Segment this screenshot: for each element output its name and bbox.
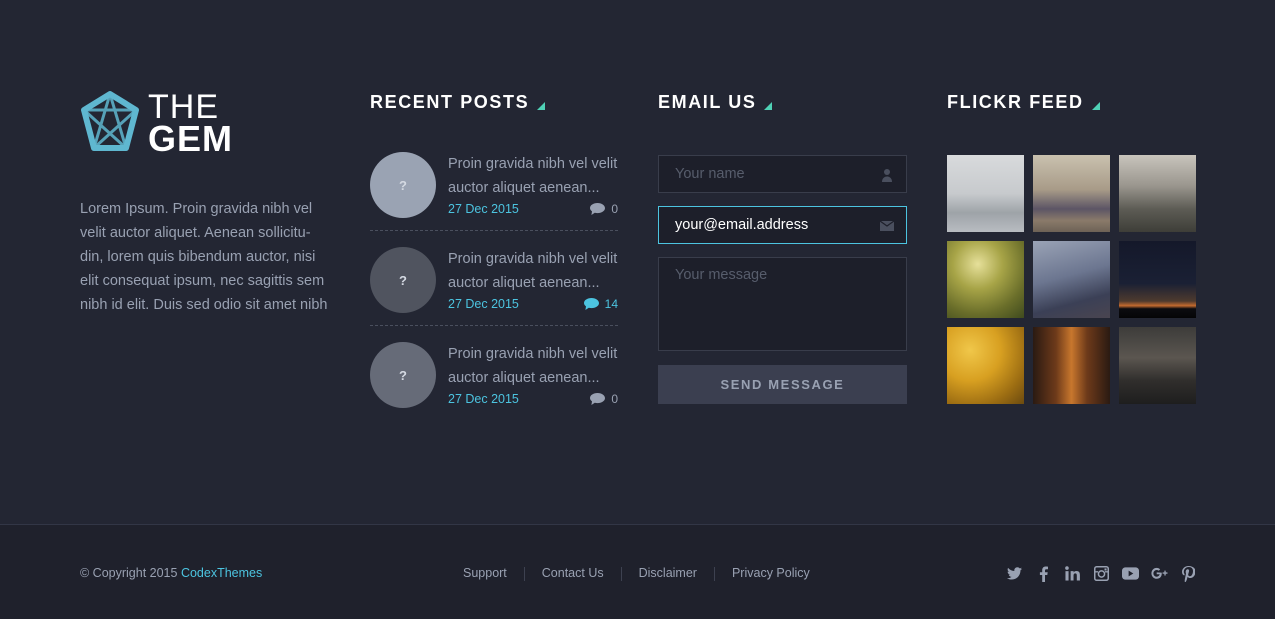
- recent-posts-column: RECENT POSTS ? Proin gravida nibh vel ve…: [370, 90, 620, 437]
- site-logo[interactable]: THE GEM: [80, 90, 335, 159]
- post-comments[interactable]: 14: [583, 297, 618, 311]
- comment-count: 0: [611, 392, 618, 406]
- flickr-feed-heading: FLICKR FEED: [947, 90, 1197, 114]
- post-divider: [370, 325, 618, 326]
- comment-count: 0: [611, 202, 618, 216]
- heading-marker-icon: [764, 102, 773, 110]
- footer-link-divider: [523, 567, 525, 581]
- post-comments[interactable]: 0: [590, 392, 618, 406]
- footer-link-privacy-policy[interactable]: Privacy Policy: [732, 566, 810, 581]
- googleplus-icon[interactable]: [1151, 565, 1168, 582]
- footer-widgets-area: THE GEM Lorem Ipsum. Proin gravida nibh …: [0, 0, 1275, 524]
- comment-bubble-icon: [590, 393, 606, 405]
- comment-bubble-icon: [583, 298, 599, 310]
- footer-link-support[interactable]: Support: [463, 566, 507, 581]
- flickr-photo-yellow-blossoms[interactable]: [947, 327, 1024, 404]
- post-thumbnail[interactable]: ?: [370, 152, 436, 218]
- message-field-wrapper: [658, 257, 907, 351]
- message-textarea[interactable]: [659, 258, 906, 350]
- footer-link-divider: [620, 567, 622, 581]
- post-title[interactable]: Proin gravida nibh vel velit auctor aliq…: [448, 342, 628, 390]
- name-input[interactable]: [659, 156, 906, 192]
- footer-link-disclaimer[interactable]: Disclaimer: [639, 566, 697, 581]
- copyright-text: © Copyright 2015: [80, 566, 178, 580]
- post-date: 27 Dec 2015: [448, 297, 519, 311]
- recent-posts-list: ? Proin gravida nibh vel velit auctor al…: [370, 152, 620, 437]
- footer-link-divider: [713, 567, 715, 581]
- email-input[interactable]: [659, 207, 906, 243]
- logo-wordmark: THE GEM: [148, 90, 234, 159]
- facebook-icon[interactable]: [1035, 565, 1052, 582]
- flickr-photo-sky-contrail[interactable]: [1033, 241, 1110, 318]
- email-us-heading: EMAIL US: [658, 90, 908, 114]
- flickr-photo-foggy-town[interactable]: [1119, 155, 1196, 232]
- post-date: 27 Dec 2015: [448, 202, 519, 216]
- post-date: 27 Dec 2015: [448, 392, 519, 406]
- linkedin-icon[interactable]: [1064, 565, 1081, 582]
- footer-bar: © Copyright 2015 CodexThemes Support Con…: [0, 524, 1275, 619]
- email-us-column: EMAIL US SEND MESSAGE: [658, 90, 908, 404]
- footer-link-contact-us[interactable]: Contact Us: [542, 566, 604, 581]
- comment-count: 14: [604, 297, 618, 311]
- flickr-photo-forest-fire-glow[interactable]: [1033, 327, 1110, 404]
- contact-form: SEND MESSAGE: [658, 155, 908, 404]
- instagram-icon[interactable]: [1093, 565, 1110, 582]
- email-field-wrapper: [658, 206, 907, 244]
- copyright-brand-link[interactable]: CodexThemes: [181, 566, 262, 580]
- flickr-photo-dusk-skyline[interactable]: [1119, 241, 1196, 318]
- name-field-wrapper: [658, 155, 907, 193]
- post-comments[interactable]: 0: [590, 202, 618, 216]
- recent-posts-title: RECENT POSTS: [370, 92, 530, 112]
- recent-post-item[interactable]: ? Proin gravida nibh vel velit auctor al…: [370, 342, 620, 437]
- heading-marker-icon: [537, 102, 546, 110]
- social-links: [1006, 565, 1197, 582]
- gem-logo-icon: [81, 91, 139, 151]
- post-thumbnail[interactable]: ?: [370, 342, 436, 408]
- about-column: THE GEM Lorem Ipsum. Proin gravida nibh …: [80, 90, 335, 317]
- recent-post-item[interactable]: ? Proin gravida nibh vel velit auctor al…: [370, 247, 620, 342]
- post-title[interactable]: Proin gravida nibh vel velit auctor aliq…: [448, 247, 628, 295]
- flickr-photo-green-tree[interactable]: [947, 241, 1024, 318]
- post-thumbnail[interactable]: ?: [370, 247, 436, 313]
- flickr-feed-title: FLICKR FEED: [947, 92, 1084, 112]
- flickr-photo-snowy-field[interactable]: [947, 155, 1024, 232]
- recent-posts-heading: RECENT POSTS: [370, 90, 620, 114]
- post-divider: [370, 230, 618, 231]
- user-icon: [882, 169, 892, 182]
- email-us-title: EMAIL US: [658, 92, 757, 112]
- flickr-photo-misty-night[interactable]: [1119, 327, 1196, 404]
- send-message-button[interactable]: SEND MESSAGE: [658, 365, 907, 404]
- envelope-icon: [880, 220, 894, 231]
- logo-line-2: GEM: [148, 118, 234, 159]
- flickr-photo-grid: [947, 155, 1197, 404]
- copyright: © Copyright 2015 CodexThemes: [80, 566, 262, 580]
- flickr-photo-city-haze[interactable]: [1033, 155, 1110, 232]
- footer-nav: Support Contact Us Disclaimer Privacy Po…: [463, 566, 810, 581]
- about-text: Lorem Ipsum. Proin gravida nibh vel veli…: [80, 201, 328, 313]
- pinterest-icon[interactable]: [1180, 565, 1197, 582]
- twitter-icon[interactable]: [1006, 565, 1023, 582]
- recent-post-item[interactable]: ? Proin gravida nibh vel velit auctor al…: [370, 152, 620, 247]
- heading-marker-icon: [1091, 102, 1100, 110]
- flickr-feed-column: FLICKR FEED: [947, 90, 1197, 404]
- comment-bubble-icon: [590, 203, 606, 215]
- post-title[interactable]: Proin gravida nibh vel velit auctor aliq…: [448, 152, 628, 200]
- youtube-icon[interactable]: [1122, 565, 1139, 582]
